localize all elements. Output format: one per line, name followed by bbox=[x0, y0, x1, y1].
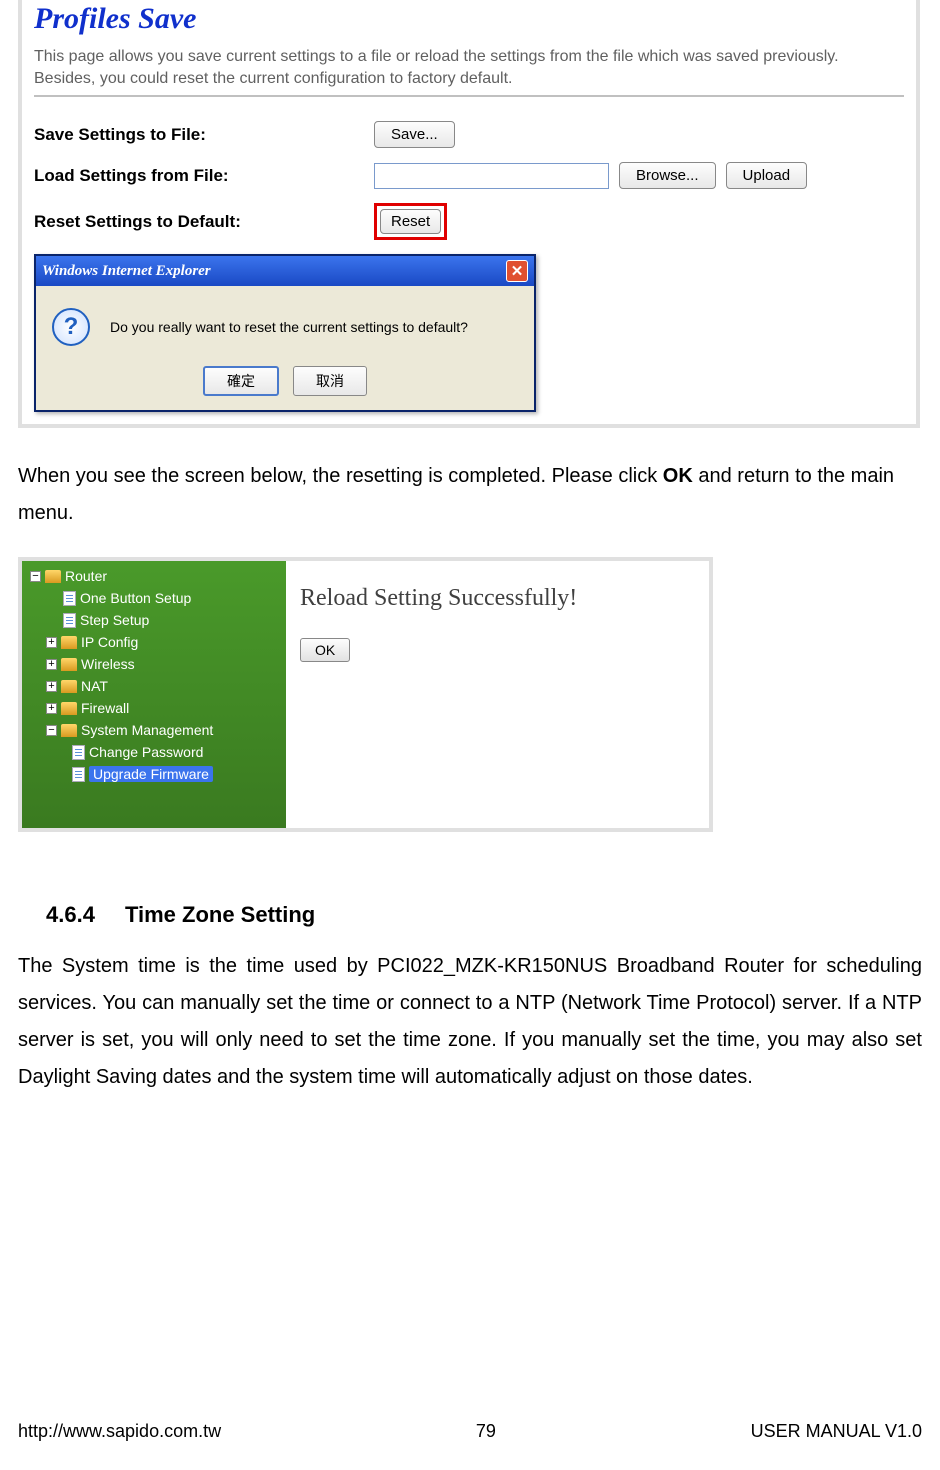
folder-icon bbox=[61, 636, 77, 649]
load-settings-row: Load Settings from File: Browse... Uploa… bbox=[34, 162, 904, 189]
tree-item-onebutton[interactable]: One Button Setup bbox=[22, 587, 286, 609]
page-title: Profiles Save bbox=[34, 0, 904, 46]
divider bbox=[34, 95, 904, 97]
nav-tree: − Router One Button Setup Step Setup + I… bbox=[22, 561, 286, 828]
tree-item-ipconfig[interactable]: + IP Config bbox=[22, 631, 286, 653]
dialog-body: ? Do you really want to reset the curren… bbox=[36, 286, 534, 410]
tree-item-upgradefw[interactable]: Upgrade Firmware bbox=[22, 763, 286, 785]
tree-item-firewall[interactable]: + Firewall bbox=[22, 697, 286, 719]
content-pane: Reload Setting Successfully! OK bbox=[286, 561, 709, 828]
document-icon bbox=[63, 613, 76, 628]
dialog-titlebar[interactable]: Windows Internet Explorer ✕ bbox=[36, 256, 534, 286]
expand-icon[interactable]: + bbox=[46, 703, 57, 714]
browse-button[interactable]: Browse... bbox=[619, 162, 716, 189]
section-number: 4.6.4 bbox=[46, 902, 95, 927]
instruction-paragraph: When you see the screen below, the reset… bbox=[18, 458, 922, 532]
dialog-title: Windows Internet Explorer bbox=[42, 263, 211, 280]
footer-url: http://www.sapido.com.tw bbox=[18, 1421, 221, 1442]
dialog-cancel-button[interactable]: 取消 bbox=[293, 366, 367, 396]
document-icon bbox=[63, 591, 76, 606]
folder-icon bbox=[61, 702, 77, 715]
reset-highlight: Reset bbox=[374, 203, 447, 240]
load-label: Load Settings from File: bbox=[34, 166, 374, 186]
question-icon: ? bbox=[52, 308, 90, 346]
reset-settings-row: Reset Settings to Default: Reset bbox=[34, 203, 904, 240]
save-settings-row: Save Settings to File: Save... bbox=[34, 121, 904, 148]
collapse-icon[interactable]: − bbox=[46, 725, 57, 736]
document-icon bbox=[72, 745, 85, 760]
tree-item-wireless[interactable]: + Wireless bbox=[22, 653, 286, 675]
folder-icon bbox=[45, 570, 61, 583]
section-title: Time Zone Setting bbox=[125, 902, 315, 927]
upload-button[interactable]: Upload bbox=[726, 162, 808, 189]
section-body: The System time is the time used by PCI0… bbox=[18, 948, 922, 1096]
folder-icon bbox=[61, 658, 77, 671]
confirm-dialog: Windows Internet Explorer ✕ ? Do you rea… bbox=[34, 254, 536, 412]
document-icon bbox=[72, 767, 85, 782]
ok-button[interactable]: OK bbox=[300, 638, 350, 662]
file-path-input[interactable] bbox=[374, 163, 609, 189]
dialog-message: Do you really want to reset the current … bbox=[110, 319, 468, 335]
tree-item-sysmgmt[interactable]: − System Management bbox=[22, 719, 286, 741]
tree-item-changepw[interactable]: Change Password bbox=[22, 741, 286, 763]
save-label: Save Settings to File: bbox=[34, 125, 374, 145]
reload-success-screenshot: − Router One Button Setup Step Setup + I… bbox=[18, 557, 713, 832]
tree-item-nat[interactable]: + NAT bbox=[22, 675, 286, 697]
footer-version: USER MANUAL V1.0 bbox=[751, 1421, 922, 1442]
footer-page: 79 bbox=[476, 1421, 496, 1442]
tree-item-stepsetup[interactable]: Step Setup bbox=[22, 609, 286, 631]
save-button[interactable]: Save... bbox=[374, 121, 455, 148]
expand-icon[interactable]: + bbox=[46, 637, 57, 648]
section-heading: 4.6.4 Time Zone Setting bbox=[46, 902, 922, 928]
reset-label: Reset Settings to Default: bbox=[34, 212, 374, 232]
page-description: This page allows you save current settin… bbox=[34, 46, 904, 89]
page-footer: http://www.sapido.com.tw 79 USER MANUAL … bbox=[18, 1421, 922, 1442]
folder-icon bbox=[61, 724, 77, 737]
dialog-ok-button[interactable]: 確定 bbox=[203, 366, 279, 396]
reset-button[interactable]: Reset bbox=[380, 209, 441, 234]
reload-success-message: Reload Setting Successfully! bbox=[300, 585, 695, 612]
expand-icon[interactable]: + bbox=[46, 681, 57, 692]
expand-icon[interactable]: + bbox=[46, 659, 57, 670]
tree-root[interactable]: − Router bbox=[22, 565, 286, 587]
collapse-icon[interactable]: − bbox=[30, 571, 41, 582]
close-icon[interactable]: ✕ bbox=[506, 260, 528, 282]
folder-icon bbox=[61, 680, 77, 693]
profiles-save-screenshot: Profiles Save This page allows you save … bbox=[18, 0, 920, 428]
